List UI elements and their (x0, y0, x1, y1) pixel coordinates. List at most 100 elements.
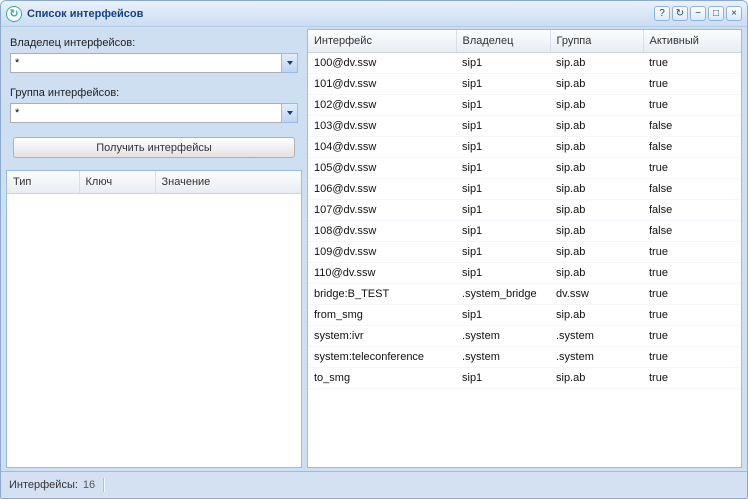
table-cell: .system (550, 346, 643, 367)
table-cell: false (643, 199, 741, 220)
table-row[interactable]: 107@dv.sswsip1sip.abfalse (308, 199, 741, 220)
table-cell: 105@dv.ssw (308, 157, 456, 178)
table-cell: true (643, 157, 741, 178)
owner-label: Владелец интерфейсов: (10, 37, 298, 49)
table-cell: .system (550, 325, 643, 346)
group-dropdown-trigger[interactable] (281, 103, 298, 123)
table-cell: system:ivr (308, 325, 456, 346)
column-header-value[interactable]: Значение (155, 171, 301, 193)
table-cell: 103@dv.ssw (308, 115, 456, 136)
table-cell: 108@dv.ssw (308, 220, 456, 241)
window-controls: ? ↻ − □ × (654, 6, 742, 21)
table-cell: sip1 (456, 199, 550, 220)
table-cell: true (643, 73, 741, 94)
window-titlebar[interactable]: ↻ Список интерфейсов ? ↻ − □ × (1, 1, 747, 27)
minimize-button[interactable]: − (690, 6, 706, 21)
table-cell: false (643, 136, 741, 157)
close-button[interactable]: × (726, 6, 742, 21)
table-cell: true (643, 325, 741, 346)
table-cell: true (643, 346, 741, 367)
filter-form: Владелец интерфейсов: Группа интерфейсов… (6, 29, 302, 164)
column-header-interface[interactable]: Интерфейс (308, 30, 456, 52)
help-button[interactable]: ? (654, 6, 670, 21)
table-row[interactable]: bridge:B_TEST.system_bridgedv.sswtrue (308, 283, 741, 304)
table-cell: 102@dv.ssw (308, 94, 456, 115)
table-cell: from_smg (308, 304, 456, 325)
table-cell: sip1 (456, 136, 550, 157)
table-row[interactable]: 100@dv.sswsip1sip.abtrue (308, 52, 741, 73)
table-cell: sip1 (456, 115, 550, 136)
maximize-button[interactable]: □ (708, 6, 724, 21)
status-count: 16 (83, 479, 95, 491)
table-cell: sip.ab (550, 52, 643, 73)
table-cell: sip1 (456, 241, 550, 262)
fetch-interfaces-button[interactable]: Получить интерфейсы (13, 137, 295, 158)
group-input[interactable] (10, 103, 281, 123)
properties-grid: Тип Ключ Значение (6, 170, 302, 468)
table-cell: true (643, 94, 741, 115)
properties-header-row: Тип Ключ Значение (7, 171, 301, 193)
table-cell: sip.ab (550, 73, 643, 94)
table-cell: 107@dv.ssw (308, 199, 456, 220)
window-title: Список интерфейсов (27, 8, 654, 20)
table-row[interactable]: system:ivr.system.systemtrue (308, 325, 741, 346)
table-cell: 101@dv.ssw (308, 73, 456, 94)
table-cell: sip.ab (550, 178, 643, 199)
table-row[interactable]: 108@dv.sswsip1sip.abfalse (308, 220, 741, 241)
table-cell: sip1 (456, 94, 550, 115)
app-icon: ↻ (6, 6, 22, 22)
table-cell: false (643, 178, 741, 199)
table-row[interactable]: 101@dv.sswsip1sip.abtrue (308, 73, 741, 94)
table-row[interactable]: to_smgsip1sip.abtrue (308, 367, 741, 388)
table-cell: true (643, 367, 741, 388)
table-cell: 109@dv.ssw (308, 241, 456, 262)
table-cell: 110@dv.ssw (308, 262, 456, 283)
table-row[interactable]: 109@dv.sswsip1sip.abtrue (308, 241, 741, 262)
table-cell: sip.ab (550, 262, 643, 283)
table-cell: .system (456, 346, 550, 367)
owner-combobox[interactable] (10, 53, 298, 73)
column-header-type[interactable]: Тип (7, 171, 79, 193)
status-label: Интерфейсы: (9, 479, 78, 491)
table-cell: sip1 (456, 367, 550, 388)
interfaces-grid: Интерфейс Владелец Группа Активный 100@d… (307, 29, 742, 468)
column-header-group[interactable]: Группа (550, 30, 643, 52)
table-row[interactable]: system:teleconference.system.systemtrue (308, 346, 741, 367)
table-cell: false (643, 220, 741, 241)
table-row[interactable]: 110@dv.sswsip1sip.abtrue (308, 262, 741, 283)
column-header-active[interactable]: Активный (643, 30, 741, 52)
table-cell: sip.ab (550, 157, 643, 178)
table-row[interactable]: 106@dv.sswsip1sip.abfalse (308, 178, 741, 199)
interfaces-grid-body: 100@dv.sswsip1sip.abtrue101@dv.sswsip1si… (308, 52, 741, 388)
status-bar: Интерфейсы: 16 (1, 471, 747, 498)
table-cell: dv.ssw (550, 283, 643, 304)
table-cell: sip1 (456, 52, 550, 73)
table-row[interactable]: 104@dv.sswsip1sip.abfalse (308, 136, 741, 157)
group-combobox[interactable] (10, 103, 298, 123)
table-cell: true (643, 304, 741, 325)
table-cell: sip1 (456, 304, 550, 325)
table-row[interactable]: from_smgsip1sip.abtrue (308, 304, 741, 325)
table-row[interactable]: 102@dv.sswsip1sip.abtrue (308, 94, 741, 115)
table-cell: sip.ab (550, 136, 643, 157)
table-cell: 100@dv.ssw (308, 52, 456, 73)
owner-input[interactable] (10, 53, 281, 73)
table-cell: true (643, 241, 741, 262)
table-row[interactable]: 105@dv.sswsip1sip.abtrue (308, 157, 741, 178)
chevron-down-icon (287, 111, 293, 115)
column-header-owner[interactable]: Владелец (456, 30, 550, 52)
table-cell: sip.ab (550, 199, 643, 220)
table-row[interactable]: 103@dv.sswsip1sip.abfalse (308, 115, 741, 136)
table-cell: sip.ab (550, 220, 643, 241)
table-cell: sip.ab (550, 304, 643, 325)
table-cell: 104@dv.ssw (308, 136, 456, 157)
table-cell: sip.ab (550, 94, 643, 115)
table-cell: sip.ab (550, 367, 643, 388)
table-cell: sip1 (456, 220, 550, 241)
refresh-button[interactable]: ↻ (672, 6, 688, 21)
owner-dropdown-trigger[interactable] (281, 53, 298, 73)
table-cell: 106@dv.ssw (308, 178, 456, 199)
group-label: Группа интерфейсов: (10, 87, 298, 99)
table-cell: false (643, 115, 741, 136)
column-header-key[interactable]: Ключ (79, 171, 155, 193)
